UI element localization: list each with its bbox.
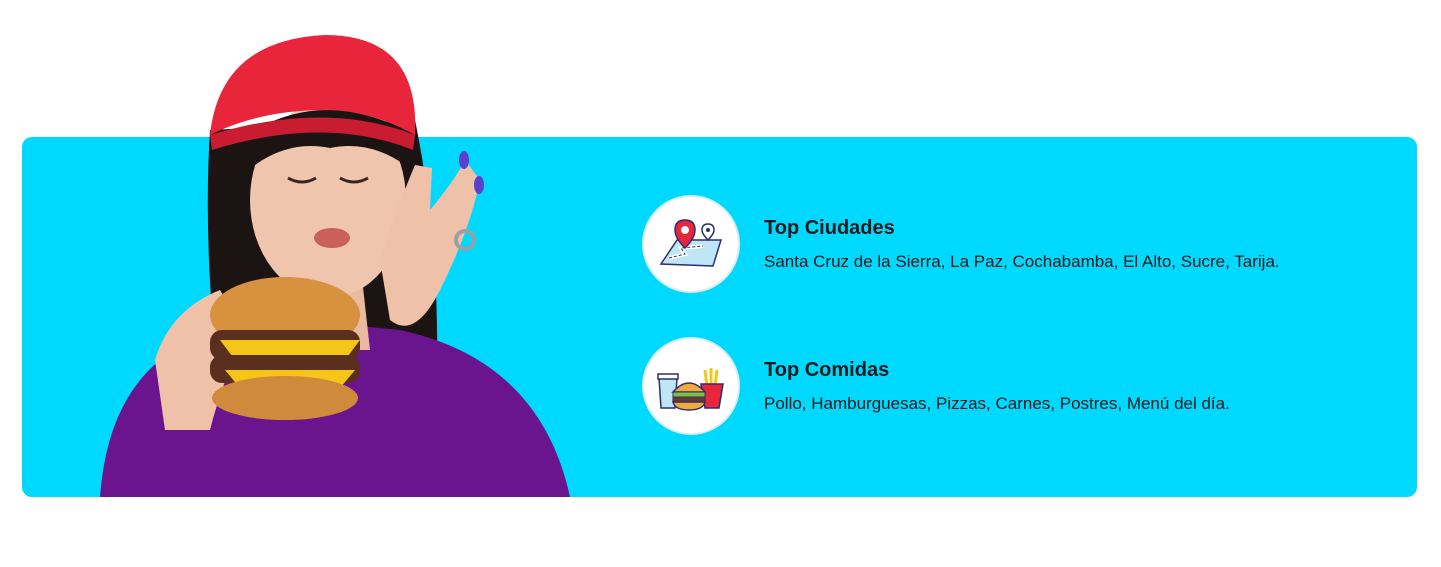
page: Top Ciudades Santa Cruz de la Sierra, La… (0, 0, 1441, 567)
highlight-title: Top Ciudades (764, 217, 895, 239)
fast-food-icon (642, 337, 740, 435)
highlight-description: Santa Cruz de la Sierra, La Paz, Cochaba… (764, 252, 1280, 271)
highlights-list: Top Ciudades Santa Cruz de la Sierra, La… (642, 195, 1402, 479)
hero-photo (70, 30, 580, 497)
highlight-item-top-cities: Top Ciudades Santa Cruz de la Sierra, La… (642, 195, 1402, 297)
highlight-description: Pollo, Hamburguesas, Pizzas, Carnes, Pos… (764, 394, 1230, 413)
map-pin-icon (642, 195, 740, 293)
highlight-item-top-foods: Top Comidas Pollo, Hamburguesas, Pizzas,… (642, 337, 1402, 439)
highlight-text: Top Ciudades Santa Cruz de la Sierra, La… (764, 217, 1280, 272)
highlight-title: Top Comidas (764, 359, 890, 381)
highlight-text: Top Comidas Pollo, Hamburguesas, Pizzas,… (764, 359, 1230, 414)
